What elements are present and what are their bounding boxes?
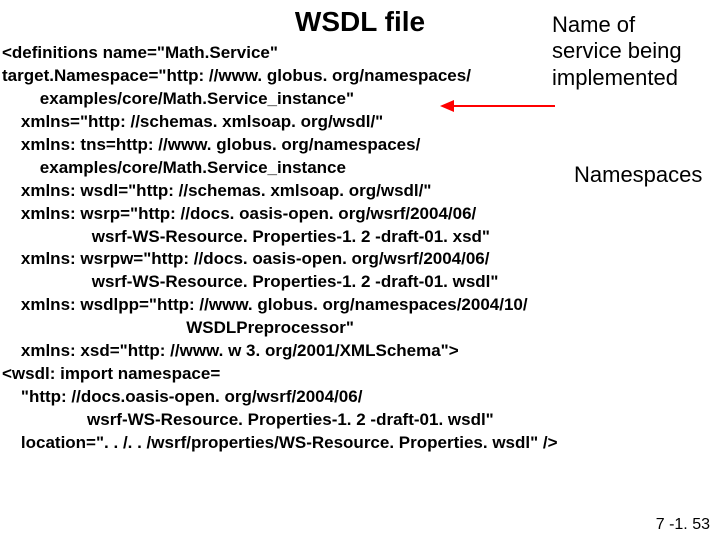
annotation-service-name: Name of service being implemented xyxy=(552,12,702,91)
arrow-icon xyxy=(440,96,560,116)
slide-number: 7 -1. 53 xyxy=(656,516,710,534)
annotation-namespaces: Namespaces xyxy=(574,162,714,188)
wsdl-code: <definitions name="Math.Service" target.… xyxy=(0,42,720,455)
